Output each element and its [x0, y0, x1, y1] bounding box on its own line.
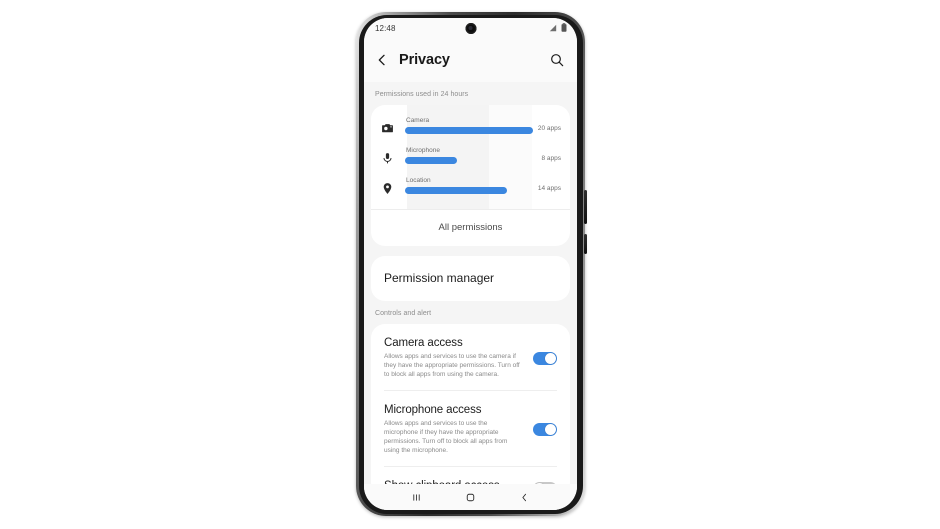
chart-row-camera[interactable]: Camera 20 apps [371, 113, 570, 143]
chart-value-camera: 20 apps [537, 124, 561, 132]
home-icon[interactable] [464, 491, 477, 504]
chart-bar-camera [405, 127, 533, 134]
toggle-knob [545, 424, 556, 436]
chart-bar-wrap-camera: Camera [405, 117, 533, 139]
power-button[interactable] [584, 190, 587, 224]
permissions-usage-card: Camera 20 apps Microphone 8 apps Locatio… [371, 105, 570, 246]
chart-label-camera: Camera [406, 117, 430, 124]
camera-access-toggle[interactable] [533, 351, 557, 365]
all-permissions-button[interactable]: All permissions [371, 210, 570, 246]
chart-label-location: Location [406, 177, 431, 184]
recents-icon[interactable] [410, 491, 423, 504]
chart-label-microphone: Microphone [406, 147, 440, 154]
toggle-knob [545, 352, 556, 364]
status-indicators [549, 19, 567, 37]
phone-device-frame: 12:48 Privacy Permissions used in 24 hou… [356, 12, 587, 516]
camera-access-text: Camera access Allows apps and services t… [384, 337, 533, 379]
chart-bar-wrap-location: Location [405, 177, 530, 199]
android-navigation-bar [364, 484, 577, 510]
microphone-access-row[interactable]: Microphone access Allows apps and servic… [384, 391, 557, 466]
camera-access-description: Allows apps and services to use the came… [384, 353, 520, 378]
battery-icon [561, 19, 567, 37]
chart-bar-microphone [405, 157, 457, 164]
back-icon[interactable] [518, 491, 531, 504]
camera-access-title: Camera access [384, 337, 463, 349]
chart-value-location: 14 apps [537, 184, 561, 192]
permission-manager-row[interactable]: Permission manager [371, 256, 570, 301]
settings-scroll-area[interactable]: Permissions used in 24 hours Camera 20 a… [364, 82, 577, 510]
volume-button[interactable] [584, 234, 587, 254]
status-bar: 12:48 [364, 18, 577, 38]
back-chevron-icon[interactable] [374, 52, 390, 68]
microphone-access-title: Microphone access [384, 404, 482, 417]
screenshot-canvas: 12:48 Privacy Permissions used in 24 hou… [0, 0, 940, 529]
camera-icon [381, 122, 394, 135]
chart-row-microphone[interactable]: Microphone 8 apps [371, 143, 570, 173]
microphone-access-toggle[interactable] [533, 423, 557, 437]
location-icon [381, 182, 394, 195]
microphone-access-text: Microphone access Allows apps and servic… [384, 404, 533, 455]
status-clock: 12:48 [375, 23, 396, 33]
camera-access-row[interactable]: Camera access Allows apps and services t… [384, 324, 557, 390]
permission-manager-card[interactable]: Permission manager [371, 256, 570, 301]
microphone-access-description: Allows apps and services to use the micr… [384, 420, 508, 454]
controls-card: Camera access Allows apps and services t… [371, 324, 570, 497]
signal-bars-icon [549, 19, 557, 37]
front-camera-punch-hole-icon [465, 23, 476, 34]
controls-and-alert-label: Controls and alert [375, 310, 432, 317]
microphone-icon [381, 152, 394, 165]
chart-value-microphone: 8 apps [541, 154, 561, 162]
permissions-usage-chart: Camera 20 apps Microphone 8 apps Locatio… [371, 105, 570, 209]
permissions-used-label: Permissions used in 24 hours [375, 91, 469, 98]
chart-bar-wrap-microphone: Microphone [405, 147, 530, 169]
chart-bar-location [405, 187, 507, 194]
chart-row-location[interactable]: Location 14 apps [371, 173, 570, 203]
app-bar: Privacy [364, 38, 577, 82]
page-title: Privacy [399, 52, 450, 68]
search-icon[interactable] [549, 52, 565, 68]
phone-screen: 12:48 Privacy Permissions used in 24 hou… [364, 18, 577, 510]
